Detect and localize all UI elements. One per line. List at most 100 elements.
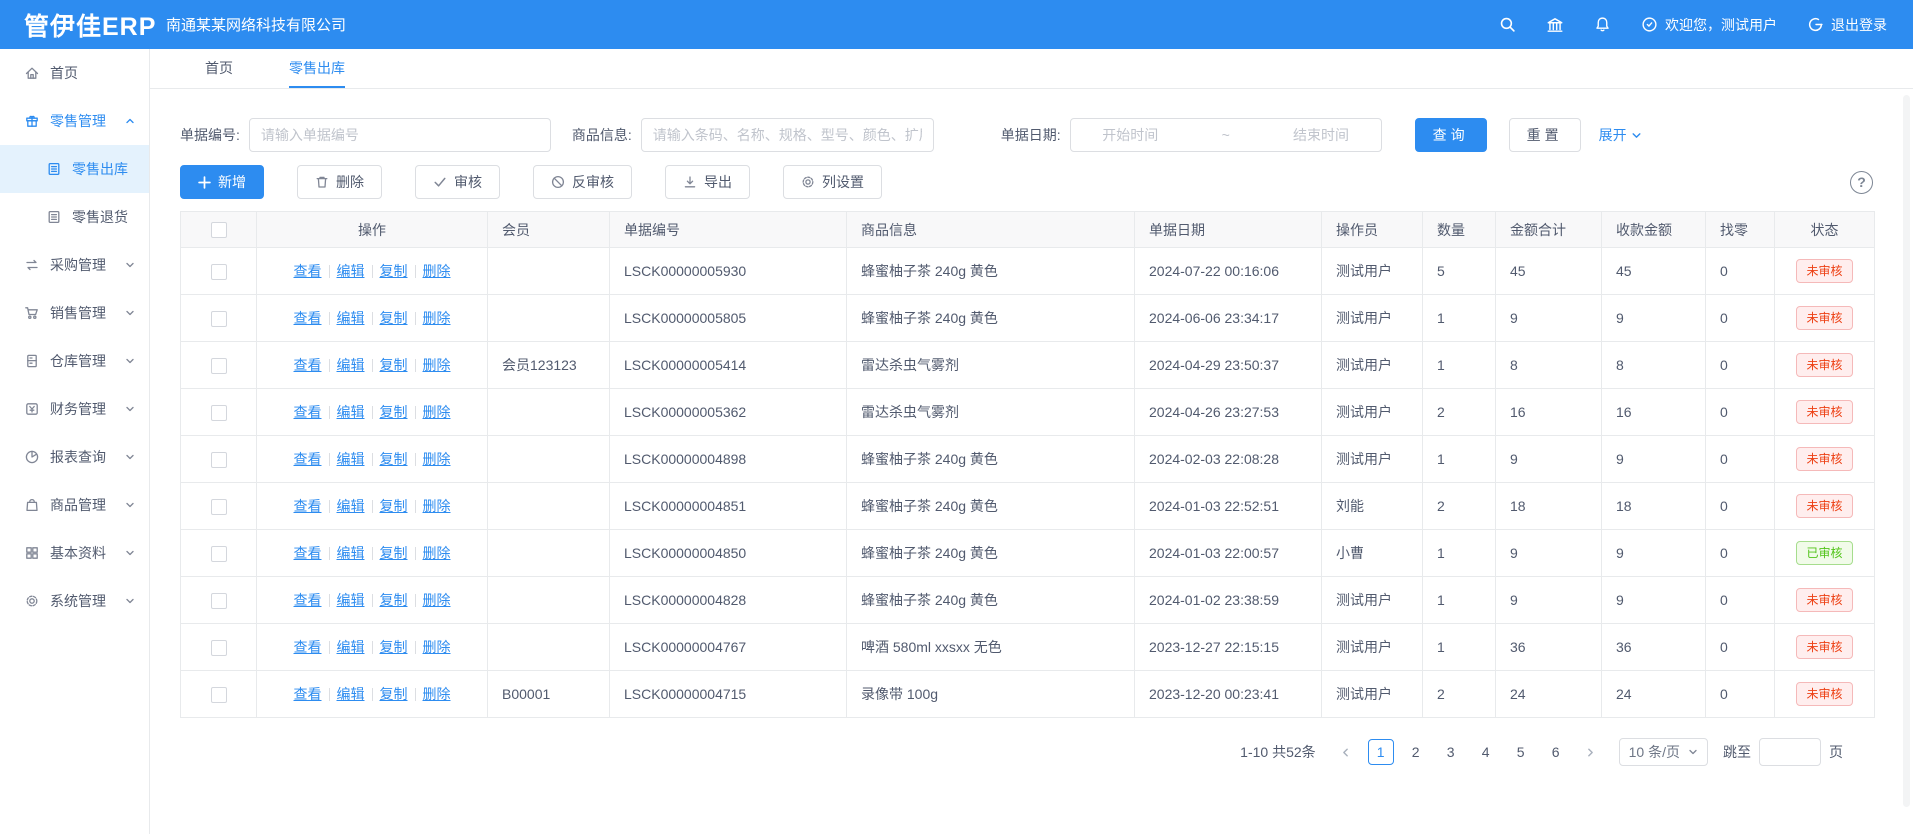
- copy-link[interactable]: 复制: [380, 310, 408, 326]
- delete-link[interactable]: 删除: [423, 686, 451, 702]
- sidebar-group-basic-data[interactable]: 基本资料: [0, 529, 149, 577]
- bell-icon[interactable]: [1594, 16, 1611, 33]
- delete-link[interactable]: 删除: [423, 498, 451, 514]
- copy-link[interactable]: 复制: [380, 686, 408, 702]
- row-checkbox[interactable]: [211, 640, 227, 656]
- row-checkbox[interactable]: [211, 311, 227, 327]
- edit-link[interactable]: 编辑: [337, 263, 365, 279]
- page-button-2[interactable]: 2: [1403, 739, 1429, 765]
- expand-link[interactable]: 展开: [1599, 125, 1642, 145]
- delete-link[interactable]: 删除: [423, 404, 451, 420]
- export-button[interactable]: 导出: [665, 165, 750, 199]
- view-link[interactable]: 查看: [294, 404, 322, 420]
- copy-link[interactable]: 复制: [380, 639, 408, 655]
- delete-link[interactable]: 删除: [423, 357, 451, 373]
- search-button[interactable]: 查询: [1415, 118, 1487, 152]
- order-no-input[interactable]: [249, 118, 551, 152]
- page-button-6[interactable]: 6: [1543, 739, 1569, 765]
- edit-link[interactable]: 编辑: [337, 498, 365, 514]
- view-link[interactable]: 查看: [294, 451, 322, 467]
- copy-link[interactable]: 复制: [380, 404, 408, 420]
- edit-link[interactable]: 编辑: [337, 686, 365, 702]
- copy-link[interactable]: 复制: [380, 498, 408, 514]
- prev-page-button[interactable]: [1333, 739, 1359, 765]
- sidebar-group-reports[interactable]: 报表查询: [0, 433, 149, 481]
- edit-link[interactable]: 编辑: [337, 545, 365, 561]
- sidebar-group-retail[interactable]: 零售管理: [0, 97, 149, 145]
- edit-link[interactable]: 编辑: [337, 310, 365, 326]
- sidebar-group-purchase[interactable]: 采购管理: [0, 241, 149, 289]
- copy-link[interactable]: 复制: [380, 263, 408, 279]
- action-divider: [415, 312, 416, 325]
- view-link[interactable]: 查看: [294, 310, 322, 326]
- view-link[interactable]: 查看: [294, 357, 322, 373]
- add-button[interactable]: 新增: [180, 165, 264, 199]
- view-link[interactable]: 查看: [294, 498, 322, 514]
- status-badge: 未审核: [1796, 353, 1852, 378]
- sidebar-group-warehouse[interactable]: 仓库管理: [0, 337, 149, 385]
- edit-link[interactable]: 编辑: [337, 639, 365, 655]
- qty-cell: 1: [1423, 295, 1496, 342]
- date-start-placeholder[interactable]: 开始时间: [1102, 125, 1158, 145]
- edit-link[interactable]: 编辑: [337, 357, 365, 373]
- sidebar-item-retail-return[interactable]: 零售退货: [0, 193, 149, 241]
- sidebar-group-goods[interactable]: 商品管理: [0, 481, 149, 529]
- page-button-1[interactable]: 1: [1368, 739, 1394, 765]
- sidebar-item-home[interactable]: 首页: [0, 49, 149, 97]
- tab-home[interactable]: 首页: [205, 49, 233, 88]
- unaudit-button[interactable]: 反审核: [533, 165, 632, 199]
- bank-icon[interactable]: [1546, 16, 1564, 34]
- view-link[interactable]: 查看: [294, 639, 322, 655]
- sidebar-group-sales[interactable]: 销售管理: [0, 289, 149, 337]
- page-button-3[interactable]: 3: [1438, 739, 1464, 765]
- product-info-input[interactable]: [641, 118, 934, 152]
- help-icon[interactable]: ?: [1850, 171, 1873, 194]
- qty-cell: 1: [1423, 577, 1496, 624]
- delete-link[interactable]: 删除: [423, 545, 451, 561]
- edit-link[interactable]: 编辑: [337, 451, 365, 467]
- copy-link[interactable]: 复制: [380, 357, 408, 373]
- delete-link[interactable]: 删除: [423, 310, 451, 326]
- sidebar-group-system[interactable]: 系统管理: [0, 577, 149, 625]
- delete-link[interactable]: 删除: [423, 263, 451, 279]
- row-checkbox[interactable]: [211, 358, 227, 374]
- page-button-5[interactable]: 5: [1508, 739, 1534, 765]
- view-link[interactable]: 查看: [294, 263, 322, 279]
- tab-retail-outbound[interactable]: 零售出库: [289, 49, 345, 88]
- select-all-checkbox[interactable]: [211, 222, 227, 238]
- copy-link[interactable]: 复制: [380, 592, 408, 608]
- reset-button[interactable]: 重置: [1509, 118, 1581, 152]
- sidebar-item-retail-outbound[interactable]: 零售出库: [0, 145, 149, 193]
- delete-link[interactable]: 删除: [423, 451, 451, 467]
- copy-link[interactable]: 复制: [380, 545, 408, 561]
- row-checkbox[interactable]: [211, 593, 227, 609]
- next-page-button[interactable]: [1578, 739, 1604, 765]
- row-checkbox[interactable]: [211, 452, 227, 468]
- column-settings-button[interactable]: 列设置: [783, 165, 882, 199]
- row-checkbox[interactable]: [211, 264, 227, 280]
- view-link[interactable]: 查看: [294, 686, 322, 702]
- logout-button[interactable]: 退出登录: [1807, 15, 1887, 35]
- sidebar-group-finance[interactable]: 财务管理: [0, 385, 149, 433]
- date-range-picker[interactable]: 开始时间 ~ 结束时间: [1070, 118, 1382, 152]
- page-size-select[interactable]: 10 条/页: [1619, 738, 1708, 766]
- search-icon[interactable]: [1499, 16, 1516, 33]
- delete-button[interactable]: 删除: [297, 165, 382, 199]
- row-checkbox[interactable]: [211, 499, 227, 515]
- page-button-4[interactable]: 4: [1473, 739, 1499, 765]
- scrollbar-track[interactable]: [1903, 95, 1910, 807]
- delete-link[interactable]: 删除: [423, 639, 451, 655]
- row-checkbox[interactable]: [211, 546, 227, 562]
- edit-link[interactable]: 编辑: [337, 404, 365, 420]
- jump-page-input[interactable]: [1759, 738, 1821, 766]
- view-link[interactable]: 查看: [294, 545, 322, 561]
- copy-link[interactable]: 复制: [380, 451, 408, 467]
- row-checkbox[interactable]: [211, 687, 227, 703]
- date-end-placeholder[interactable]: 结束时间: [1293, 125, 1349, 145]
- row-checkbox[interactable]: [211, 405, 227, 421]
- delete-link[interactable]: 删除: [423, 592, 451, 608]
- view-link[interactable]: 查看: [294, 592, 322, 608]
- user-welcome[interactable]: 欢迎您，测试用户: [1641, 15, 1777, 35]
- edit-link[interactable]: 编辑: [337, 592, 365, 608]
- audit-button[interactable]: 审核: [415, 165, 500, 199]
